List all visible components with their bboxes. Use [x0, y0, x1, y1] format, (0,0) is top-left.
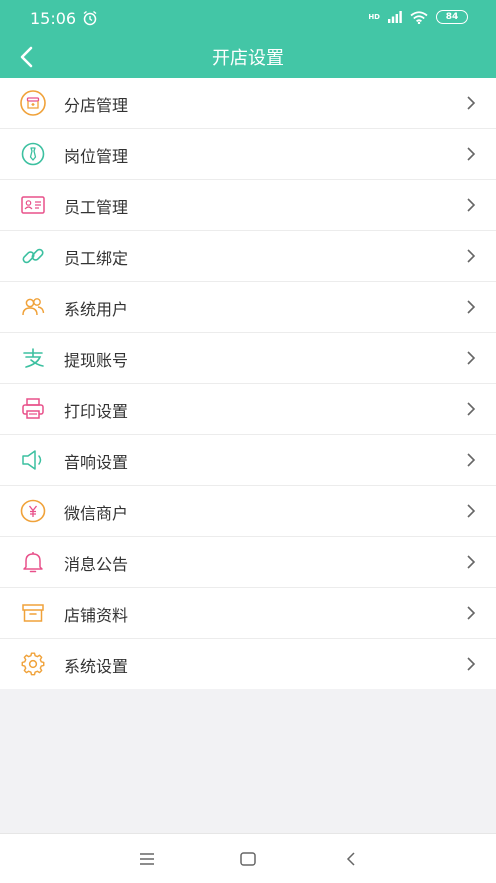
- menu-item-label: 打印设置: [64, 402, 129, 421]
- chevron-right-icon: [467, 606, 476, 620]
- menu-item-label: 系统设置: [64, 657, 129, 676]
- status-bar: 15:06 HD 84: [0, 0, 496, 34]
- menu-item-wechat-merchant[interactable]: 微信商户: [0, 486, 496, 537]
- menu-item-label: 提现账号: [64, 351, 129, 370]
- menu-item-label: 员工管理: [64, 198, 129, 217]
- chevron-right-icon: [467, 657, 476, 671]
- signal-icon: [388, 11, 402, 23]
- menu-icon[interactable]: [136, 848, 158, 870]
- menu-item-withdrawal-account[interactable]: 提现账号: [0, 333, 496, 384]
- home-icon[interactable]: [237, 848, 259, 870]
- status-time: 15:06: [30, 9, 77, 28]
- menu-item-label: 消息公告: [64, 555, 129, 574]
- chevron-right-icon: [467, 351, 476, 365]
- menu-item-position-management[interactable]: 岗位管理: [0, 129, 496, 180]
- tie-icon: [21, 142, 45, 166]
- link-icon: [22, 248, 44, 264]
- yuan-coin-icon: [20, 499, 46, 523]
- menu-item-label: 系统用户: [64, 300, 129, 319]
- alipay-icon: [23, 348, 44, 368]
- menu-item-staff-binding[interactable]: 员工绑定: [0, 231, 496, 282]
- id-card-icon: [21, 196, 45, 214]
- gear-icon: [21, 652, 45, 676]
- page-title: 开店设置: [212, 48, 284, 69]
- menu-item-notifications[interactable]: 消息公告: [0, 537, 496, 588]
- menu-item-system-settings[interactable]: 系统设置: [0, 639, 496, 689]
- wifi-icon: [410, 10, 428, 24]
- chevron-right-icon: [467, 504, 476, 518]
- menu-item-staff-management[interactable]: 员工管理: [0, 180, 496, 231]
- menu-item-speaker-settings[interactable]: 音响设置: [0, 435, 496, 486]
- title-bar: 开店设置: [0, 34, 496, 78]
- chevron-right-icon: [467, 96, 476, 110]
- alarm-icon: [83, 10, 97, 26]
- menu-item-label: 分店管理: [64, 96, 129, 115]
- speaker-icon: [22, 450, 42, 470]
- menu-item-label: 微信商户: [64, 504, 129, 523]
- menu-item-print-settings[interactable]: 打印设置: [0, 384, 496, 435]
- chevron-right-icon: [467, 147, 476, 161]
- chevron-right-icon: [467, 402, 476, 416]
- system-navigation-bar: [0, 833, 496, 883]
- network-label: HD: [368, 13, 380, 21]
- store-icon: [20, 90, 46, 116]
- menu-item-system-users[interactable]: 系统用户: [0, 282, 496, 333]
- chevron-right-icon: [467, 300, 476, 314]
- back-icon[interactable]: [340, 848, 362, 870]
- menu-item-branch-management[interactable]: 分店管理: [0, 78, 496, 129]
- bell-icon: [23, 552, 43, 573]
- chevron-right-icon: [467, 453, 476, 467]
- chevron-right-icon: [467, 198, 476, 212]
- printer-icon: [22, 398, 44, 419]
- menu-item-label: 店铺资料: [64, 606, 129, 625]
- users-icon: [22, 298, 45, 316]
- menu-item-label: 员工绑定: [64, 249, 129, 268]
- settings-menu: 分店管理 岗位管理 员工管理 员工绑定 系统用户 提现账号 打印设置 音响设置 …: [0, 78, 496, 689]
- menu-item-shop-profile[interactable]: 店铺资料: [0, 588, 496, 639]
- chevron-right-icon: [467, 555, 476, 569]
- menu-item-label: 岗位管理: [64, 147, 129, 166]
- battery-indicator: 84: [436, 10, 468, 24]
- menu-item-label: 音响设置: [64, 453, 129, 472]
- chevron-right-icon: [467, 249, 476, 263]
- shop-icon: [22, 604, 44, 622]
